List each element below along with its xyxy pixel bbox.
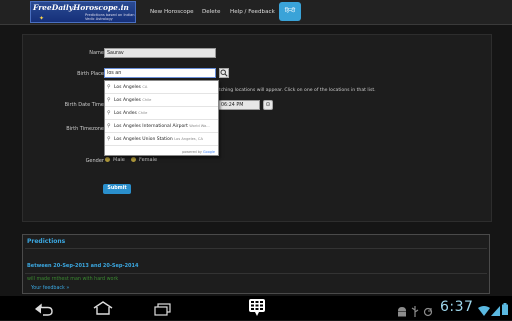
birth-place-field[interactable]: los an <box>104 68 216 78</box>
logo-subtitle: Predictions based on Indian Vedic Astrol… <box>85 13 135 21</box>
place-autocomplete-dropdown: ⚲ Los Angeles CA ⚲ Los Angeles Chile ⚲ Los … <box>104 80 219 156</box>
radio-icon <box>105 157 110 162</box>
autocomplete-item[interactable]: ⚲ Los Angeles International Airport World… <box>105 120 218 133</box>
autocomplete-item[interactable]: ⚲ Los Angeles Union Station Los Angeles, … <box>105 133 218 146</box>
system-navigation-bar: 6:37 <box>0 296 512 320</box>
sync-icon <box>423 302 433 321</box>
star-icon: ✦ <box>39 15 45 22</box>
search-icon[interactable] <box>219 68 229 78</box>
apps-grid-icon[interactable] <box>249 299 265 321</box>
autocomplete-item[interactable]: ⚲ Los Angeles CA <box>105 81 218 94</box>
gender-male-label: Male <box>113 157 125 163</box>
birth-date-time-label: Birth Date Time <box>64 102 104 108</box>
gender-label: Gender <box>85 158 104 164</box>
predictions-title: Predictions <box>27 238 66 245</box>
name-label: Name <box>89 50 104 56</box>
clock-icon[interactable]: ⊙ <box>263 100 273 110</box>
powered-by-google: powered by Google <box>182 150 215 154</box>
gender-female-label: Female <box>139 157 158 163</box>
back-icon[interactable] <box>32 301 54 320</box>
gender-female-radio[interactable]: Female <box>131 157 157 164</box>
android-icon <box>397 302 407 321</box>
birth-timezone-label: Birth Timezone <box>66 126 104 132</box>
gender-male-radio[interactable]: Male <box>105 157 125 164</box>
prediction-period: Between 20-Sep-2013 and 20-Sep-2014 <box>27 263 139 269</box>
map-pin-icon: ⚲ <box>107 123 111 129</box>
map-pin-icon: ⚲ <box>107 97 111 103</box>
wifi-icon <box>478 301 490 320</box>
app-header: FreeDailyHoroscope.in ✦ Predictions base… <box>0 0 512 25</box>
divider <box>25 273 487 274</box>
map-pin-icon: ⚲ <box>107 84 111 90</box>
recent-apps-icon[interactable] <box>154 301 172 320</box>
map-pin-icon: ⚲ <box>107 136 111 142</box>
map-pin-icon: ⚲ <box>107 110 111 116</box>
birth-place-help-text: atching locations will appear. Click on … <box>216 88 376 93</box>
name-field[interactable]: Saurav <box>104 48 216 58</box>
divider <box>25 248 487 249</box>
system-clock: 6:37 <box>440 299 474 315</box>
new-horoscope-button[interactable]: New Horoscope <box>150 0 194 24</box>
home-icon[interactable] <box>92 300 114 319</box>
battery-icon <box>502 300 508 319</box>
language-toggle-button[interactable]: हिन्दी <box>279 2 301 21</box>
usb-icon <box>411 302 419 321</box>
logo-title: FreeDailyHoroscope.in <box>33 3 129 12</box>
signal-icon <box>491 301 500 320</box>
radio-icon <box>131 157 136 162</box>
help-feedback-button[interactable]: Help / Feedback <box>230 0 275 24</box>
delete-button[interactable]: Delete <box>202 0 220 24</box>
autocomplete-item[interactable]: ⚲ Los Andes Chile <box>105 107 218 120</box>
prediction-text: will made rnthest man with hard work <box>27 277 119 282</box>
birth-place-label: Birth Place <box>77 71 104 77</box>
site-logo[interactable]: FreeDailyHoroscope.in ✦ Predictions base… <box>30 1 136 23</box>
birth-time-field[interactable]: 06:24 PM <box>218 100 260 110</box>
autocomplete-item[interactable]: ⚲ Los Angeles Chile <box>105 94 218 107</box>
your-feedback-link[interactable]: Your feedback » <box>31 286 69 291</box>
predictions-panel: Predictions Between 20-Sep-2013 and 20-S… <box>22 234 490 294</box>
submit-button[interactable]: Submit <box>103 184 131 194</box>
